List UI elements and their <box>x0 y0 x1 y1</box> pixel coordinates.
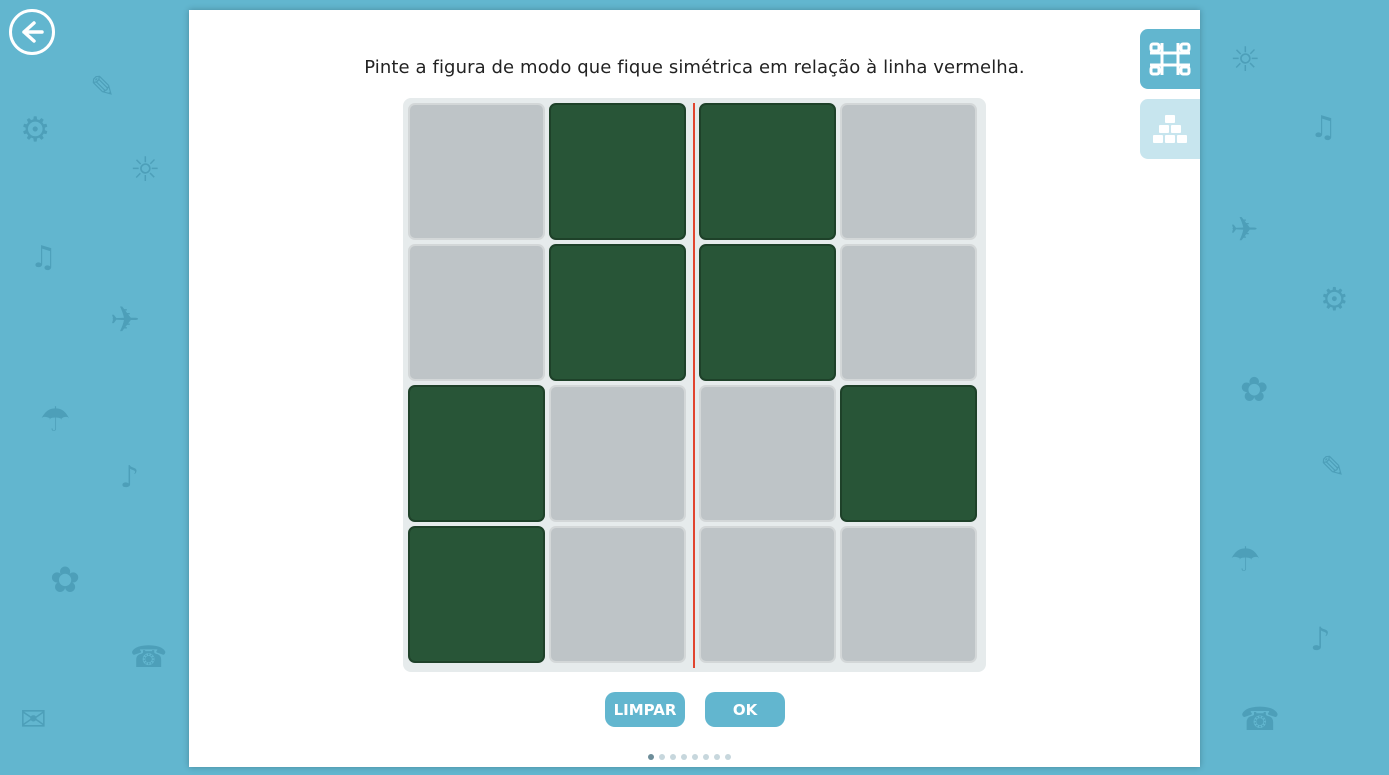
background-doodle: ✈ <box>110 300 141 341</box>
symmetry-line <box>693 103 695 668</box>
background-doodle: ☼ <box>1230 40 1261 80</box>
background-doodle: ⚙ <box>1320 280 1349 318</box>
grid-cell[interactable] <box>699 526 836 663</box>
background-doodle: ⚙ <box>20 110 51 150</box>
grid-cell[interactable] <box>840 385 977 522</box>
pagination-dot[interactable] <box>648 754 654 760</box>
blocks-icon <box>1153 115 1187 143</box>
grid-cell[interactable] <box>840 526 977 663</box>
pagination-dot[interactable] <box>725 754 731 760</box>
background-doodle: ☂ <box>1230 540 1261 580</box>
pagination-dot[interactable] <box>703 754 709 760</box>
grid-cell[interactable] <box>549 244 686 381</box>
background-doodle: ✈ <box>1230 210 1259 250</box>
tab-blocks[interactable] <box>1140 99 1200 159</box>
pagination-dots <box>648 754 731 760</box>
pagination-dot[interactable] <box>670 754 676 760</box>
grid-cell[interactable] <box>408 526 545 663</box>
grid-cell[interactable] <box>699 385 836 522</box>
grid-cell[interactable] <box>840 103 977 240</box>
back-button[interactable] <box>9 9 55 55</box>
background-doodle: ♪ <box>1310 620 1331 658</box>
background-doodle: ✎ <box>1320 450 1346 485</box>
background-doodle: ✿ <box>50 560 81 601</box>
grid-cell[interactable] <box>549 385 686 522</box>
grid-cell[interactable] <box>699 103 836 240</box>
back-arrow-icon <box>22 21 44 43</box>
background-doodle: ☎ <box>130 640 168 675</box>
pagination-dot[interactable] <box>681 754 687 760</box>
grid-cell[interactable] <box>549 526 686 663</box>
grid-cell[interactable] <box>699 244 836 381</box>
grid-cell[interactable] <box>408 103 545 240</box>
grid-cell[interactable] <box>549 103 686 240</box>
background-doodle: ☎ <box>1240 700 1280 738</box>
grid-cell[interactable] <box>408 244 545 381</box>
ok-button[interactable]: OK <box>705 692 785 727</box>
grid-cell[interactable] <box>840 244 977 381</box>
background-doodle: ✉ <box>20 700 47 738</box>
grid-cell[interactable] <box>408 385 545 522</box>
background-doodle: ☼ <box>130 150 161 190</box>
pagination-dot[interactable] <box>659 754 665 760</box>
background-doodle: ☂ <box>40 400 71 440</box>
instruction-text: Pinte a figura de modo que fique simétri… <box>364 57 1025 78</box>
tab-grid[interactable] <box>1140 29 1200 89</box>
pagination-dot[interactable] <box>692 754 698 760</box>
background-doodle: ♫ <box>30 240 57 275</box>
background-doodle: ✎ <box>90 70 116 105</box>
pagination-dot[interactable] <box>714 754 720 760</box>
background-doodle: ♫ <box>1310 110 1337 145</box>
exercise-panel: Pinte a figura de modo que fique simétri… <box>189 10 1200 767</box>
symmetry-grid <box>403 98 986 672</box>
clear-button[interactable]: LIMPAR <box>605 692 685 727</box>
background-doodle: ♪ <box>120 460 140 495</box>
background-doodle: ✿ <box>1240 370 1269 410</box>
grid-icon <box>1149 42 1191 76</box>
